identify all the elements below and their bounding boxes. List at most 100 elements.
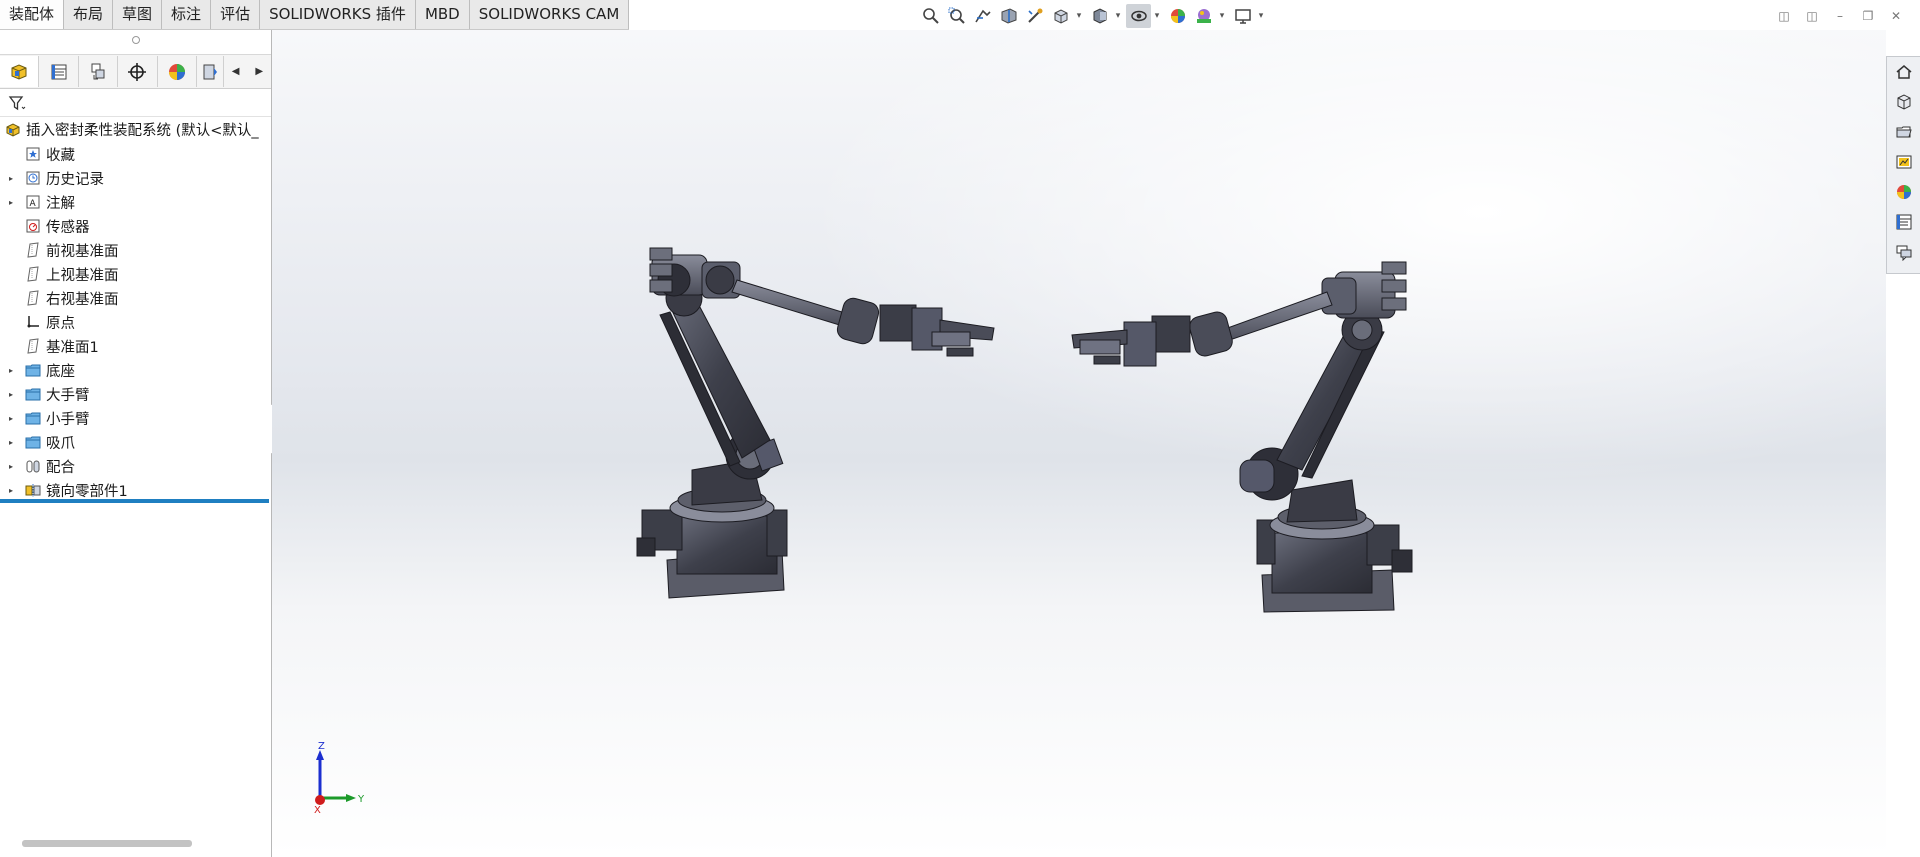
property-manager-icon[interactable]	[39, 56, 79, 87]
assembly-icon	[4, 121, 22, 139]
tree-item-label: 吸爪	[46, 435, 75, 452]
origin-icon	[24, 313, 42, 331]
tree-item[interactable]: ▸收藏	[0, 142, 271, 166]
tree-item[interactable]: ▸ 吸爪	[0, 430, 271, 454]
hide-show-caret-icon[interactable]: ▾	[1152, 11, 1162, 21]
display-manager-icon[interactable]	[158, 56, 198, 87]
design-library-icon[interactable]	[1887, 87, 1920, 117]
tree-item[interactable]: ▸ 历史记录	[0, 166, 271, 190]
view-orientation-icon[interactable]	[1048, 4, 1073, 28]
dimxpert-manager-icon[interactable]	[118, 56, 158, 87]
view-palette-icon[interactable]	[1887, 147, 1920, 177]
tab-assembly[interactable]: 装配体	[0, 0, 65, 29]
feature-tree: 插入密封柔性装配系统 (默认<默认_	[0, 117, 271, 142]
tab-layout[interactable]: 布局	[64, 0, 114, 29]
robot-right[interactable]	[1071, 261, 1413, 613]
tabs-scroll-left-icon[interactable]: ◀	[224, 56, 248, 87]
zoom-to-area-icon[interactable]	[944, 4, 969, 28]
tree-item[interactable]: ▸原点	[0, 310, 271, 334]
expand-arrow-icon[interactable]: ▸	[6, 438, 16, 447]
tree-item[interactable]: ▸ 小手臂	[0, 406, 271, 430]
assembly-model[interactable]	[272, 30, 1886, 857]
view-settings-icon[interactable]	[1230, 4, 1255, 28]
appearances-scenes-icon[interactable]	[1887, 177, 1920, 207]
solidworks-resources-icon[interactable]	[1887, 57, 1920, 87]
cam-manager-icon[interactable]	[197, 56, 224, 87]
hide-show-items-icon[interactable]	[1126, 4, 1151, 28]
dynamic-annotation-icon[interactable]	[1022, 4, 1047, 28]
expand-arrow-icon[interactable]: ▸	[6, 198, 16, 207]
tab-sketch[interactable]: 草图	[113, 0, 163, 29]
expand-arrow-icon[interactable]: ▸	[6, 486, 16, 495]
tab-solidworks-cam[interactable]: SOLIDWORKS CAM	[470, 0, 630, 29]
coordinate-triad: Z Y X	[314, 742, 365, 814]
tree-item[interactable]: ▸ A 注解	[0, 190, 271, 214]
expand-arrow-icon[interactable]: ▸	[6, 366, 16, 375]
tree-item-label: 右视基准面	[46, 291, 119, 308]
forum-icon[interactable]	[1887, 237, 1920, 267]
expand-arrow-icon[interactable]: ▸	[6, 174, 16, 183]
tab-mbd[interactable]: MBD	[416, 0, 470, 29]
tile-left-icon[interactable]: ◫	[1770, 5, 1798, 27]
feature-manager-tabs: ◀ ▶	[0, 55, 271, 89]
previous-view-icon[interactable]	[970, 4, 995, 28]
minimize-icon[interactable]: –	[1826, 5, 1854, 27]
sensor-icon	[24, 217, 42, 235]
filter-icon[interactable]	[8, 94, 26, 112]
apply-scene-icon[interactable]	[1191, 4, 1216, 28]
tree-item[interactable]: ▸右视基准面	[0, 286, 271, 310]
display-style-icon[interactable]	[1087, 4, 1112, 28]
tree-item-label: 大手臂	[46, 387, 90, 404]
zoom-to-fit-icon[interactable]	[918, 4, 943, 28]
tree-item[interactable]: ▸前视基准面	[0, 238, 271, 262]
favorites-icon	[24, 145, 42, 163]
expand-arrow-icon[interactable]: ▸	[6, 462, 16, 471]
triad-z-label: Z	[318, 742, 325, 752]
tree-item[interactable]: ▸ 大手臂	[0, 382, 271, 406]
view-settings-caret-icon[interactable]: ▾	[1256, 11, 1266, 21]
custom-properties-icon[interactable]	[1887, 207, 1920, 237]
view-orientation-caret-icon[interactable]: ▾	[1074, 11, 1084, 21]
tree-item[interactable]: ▸ 配合	[0, 454, 271, 478]
display-style-caret-icon[interactable]: ▾	[1113, 11, 1123, 21]
tree-root-assembly[interactable]: 插入密封柔性装配系统 (默认<默认_	[0, 117, 271, 142]
tree-item[interactable]: ▸ 底座	[0, 358, 271, 382]
tree-root-label: 插入密封柔性装配系统 (默认<默认_	[26, 123, 259, 139]
tree-item-label: 收藏	[46, 147, 75, 164]
edit-appearance-icon[interactable]	[1165, 4, 1190, 28]
tree-item[interactable]: ▸基准面1	[0, 334, 271, 358]
tree-item[interactable]: ▸传感器	[0, 214, 271, 238]
configuration-manager-icon[interactable]	[79, 56, 119, 87]
rollback-bar[interactable]	[0, 499, 269, 503]
mates-icon	[24, 457, 42, 475]
panel-grip[interactable]	[0, 30, 271, 55]
document-window-controls: ◫ ◫ – ❐ ✕	[1770, 5, 1910, 27]
section-view-icon[interactable]	[996, 4, 1021, 28]
feature-manager-tree-icon[interactable]	[0, 56, 40, 87]
tile-right-icon[interactable]: ◫	[1798, 5, 1826, 27]
tree-item[interactable]: ▸上视基准面	[0, 262, 271, 286]
tab-markup[interactable]: 标注	[162, 0, 212, 29]
horizontal-scrollbar[interactable]	[22, 840, 192, 847]
robot-left[interactable]	[636, 247, 995, 599]
command-manager-tabs: 装配体 布局 草图 标注 评估 SOLIDWORKS 插件 MBD SOLIDW…	[0, 0, 630, 30]
feature-manager-panel: ◀ ▶ 插入密封柔性装配系统 (默认<默认_ ▸收藏▸历史记录▸A注解▸传感器▸…	[0, 30, 272, 857]
tree-item-label: 配合	[46, 459, 75, 476]
apply-scene-caret-icon[interactable]: ▾	[1217, 11, 1227, 21]
graphics-area[interactable]: Z Y X	[272, 30, 1886, 857]
restore-icon[interactable]: ❐	[1854, 5, 1882, 27]
tree-item-label: 基准面1	[46, 339, 99, 356]
folder-icon	[24, 409, 42, 427]
tree-item-label: 镜向零部件1	[46, 483, 128, 500]
svg-text:A: A	[30, 199, 37, 209]
file-explorer-icon[interactable]	[1887, 117, 1920, 147]
expand-arrow-icon[interactable]: ▸	[6, 390, 16, 399]
annotation-icon: A	[24, 193, 42, 211]
tabs-scroll-right-icon[interactable]: ▶	[247, 56, 271, 87]
expand-arrow-icon[interactable]: ▸	[6, 414, 16, 423]
close-icon[interactable]: ✕	[1882, 5, 1910, 27]
tab-solidworks-addins[interactable]: SOLIDWORKS 插件	[260, 0, 416, 29]
tree-item-label: 小手臂	[46, 411, 90, 428]
tab-evaluate[interactable]: 评估	[211, 0, 261, 29]
tree-filter[interactable]	[0, 89, 271, 117]
